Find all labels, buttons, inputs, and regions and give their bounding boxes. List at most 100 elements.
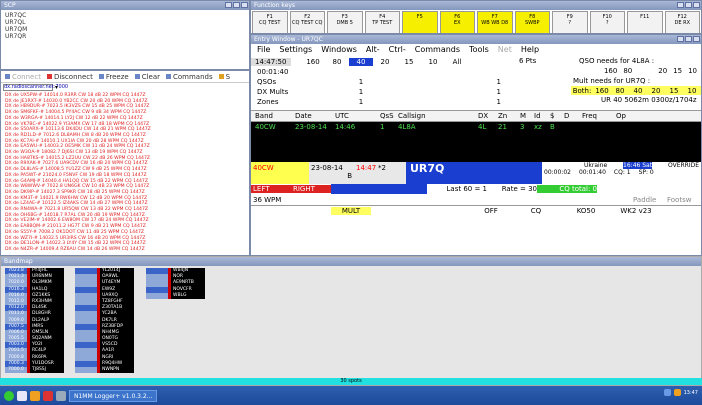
function-key-f6[interactable]: F6 EX bbox=[439, 11, 475, 33]
scp-call[interactable]: UR7QL bbox=[5, 19, 245, 26]
needs-band: 80 bbox=[623, 67, 633, 75]
menu-net[interactable]: Net bbox=[498, 45, 512, 55]
scp-call[interactable]: UR7QM bbox=[5, 26, 245, 33]
spot-callsign: NWNPN bbox=[100, 367, 134, 374]
taskbar-app[interactable]: N1MM Logger+ v1.0.3.2... bbox=[69, 389, 158, 402]
window-buttons[interactable] bbox=[677, 36, 700, 42]
mult-band: 40 bbox=[633, 86, 643, 95]
freeze-icon bbox=[98, 74, 104, 79]
menu-alt[interactable]: Alt- bbox=[366, 45, 380, 55]
log-header: Band Date UTC QsS Callsign DX Zn M Id $ … bbox=[251, 110, 701, 122]
cluster-dropdown[interactable]: dx.radioscanner.net:7000 bbox=[3, 84, 68, 91]
bandmap-spot[interactable]: NWNPN bbox=[75, 367, 134, 374]
menu-settings[interactable]: Settings bbox=[279, 45, 312, 55]
cq-count: CQ: 1 bbox=[613, 169, 631, 176]
right-button[interactable]: RIGHT bbox=[291, 185, 331, 193]
function-key-f1[interactable]: F1 CQ TEST bbox=[252, 11, 288, 33]
maximize-icon[interactable] bbox=[233, 2, 240, 8]
close-icon[interactable] bbox=[693, 36, 700, 42]
band-all[interactable]: All bbox=[445, 58, 469, 66]
bandmap-column: 7023.8 PY4JHL 7021.3 UR6NMN 7020.0 OL3MKM 7016… bbox=[5, 268, 64, 374]
function-key-f10[interactable]: F10? bbox=[589, 11, 625, 33]
connect-button[interactable]: Connect bbox=[5, 73, 41, 81]
minimize-icon[interactable] bbox=[677, 2, 684, 8]
menu-file[interactable]: File bbox=[257, 45, 270, 55]
disconnect-button[interactable]: Disconnect bbox=[46, 73, 93, 81]
fkeys-titlebar[interactable]: Function keys bbox=[251, 1, 701, 10]
wpm[interactable]: 36 WPM bbox=[251, 196, 331, 204]
mult-band: 10 bbox=[687, 86, 697, 95]
settings-button[interactable]: S bbox=[218, 73, 230, 81]
function-key-f4[interactable]: F4 TP TEST bbox=[364, 11, 400, 33]
function-key-f8[interactable]: F8 SWBP bbox=[514, 11, 550, 33]
entry-title: Entry Window - UR7QC bbox=[254, 36, 323, 43]
commands-button[interactable]: Commands bbox=[166, 73, 213, 81]
minimize-icon[interactable] bbox=[677, 36, 684, 42]
window-buttons[interactable] bbox=[225, 2, 248, 8]
wk-indicator: WK2 v23 bbox=[620, 207, 652, 215]
function-key-f11[interactable]: F11 bbox=[627, 11, 663, 33]
menu-ctrl[interactable]: Ctrl- bbox=[389, 45, 406, 55]
menu-tools[interactable]: Tools bbox=[469, 45, 489, 55]
volume-icon[interactable] bbox=[673, 389, 681, 396]
network-icon[interactable] bbox=[663, 389, 671, 396]
spot-line[interactable]: DX de N4ZR-# 14009.4 RZ6AU CW 14 dB 26 W… bbox=[5, 247, 245, 253]
bandmap-titlebar[interactable]: Bandmap bbox=[1, 257, 701, 266]
mult-needs-label: Mult needs for UR7Q : bbox=[573, 77, 651, 85]
window-buttons[interactable] bbox=[677, 2, 700, 8]
fkey-label: ? bbox=[568, 20, 572, 26]
function-key-f3[interactable]: F3 DMB 5 bbox=[327, 11, 363, 33]
minimize-icon[interactable] bbox=[225, 2, 232, 8]
qso-needs-row: 160 80 20 15 10 bbox=[513, 66, 701, 76]
bandmap-column: WB4JN NOR AE9NRTB NOVCFR WBLG bbox=[146, 268, 205, 373]
qso-needs-label: QSO needs for 4L8A : bbox=[579, 57, 655, 65]
app-icon[interactable] bbox=[43, 390, 53, 401]
timer-1: 00:00:02 bbox=[544, 169, 571, 176]
bandmap-spot[interactable]: 7000.0 TJ8SSJ bbox=[5, 367, 64, 374]
entry-b: B bbox=[347, 172, 352, 180]
table-row[interactable]: 40CW 23-08-14 14:46 1 4L8A 4L 21 3 xz B bbox=[251, 122, 701, 131]
menu-help[interactable]: Help bbox=[521, 45, 539, 55]
freeze-button[interactable]: Freeze bbox=[98, 73, 129, 81]
scp-call[interactable]: UR7QC bbox=[5, 12, 245, 19]
maximize-icon[interactable] bbox=[685, 36, 692, 42]
close-icon[interactable] bbox=[241, 2, 248, 8]
band-160[interactable]: 160 bbox=[301, 58, 325, 66]
bandmap-spot[interactable] bbox=[146, 367, 205, 373]
wpm-row: 36 WPM Paddle Footsw bbox=[251, 194, 701, 205]
explorer-icon[interactable] bbox=[17, 390, 27, 401]
bandmap-title: Bandmap bbox=[4, 258, 33, 265]
function-key-f7[interactable]: F7 WB WB D8 bbox=[477, 11, 513, 33]
function-key-f2[interactable]: F2 CQ TEST CQ bbox=[289, 11, 325, 33]
maximize-icon[interactable] bbox=[685, 2, 692, 8]
left-button[interactable]: LEFT bbox=[251, 185, 291, 193]
clear-button[interactable]: Clear bbox=[134, 73, 160, 81]
menu-commands[interactable]: Commands bbox=[415, 45, 460, 55]
col-freq: Freq bbox=[582, 112, 597, 120]
close-icon[interactable] bbox=[693, 2, 700, 8]
scp-titlebar[interactable]: SCP bbox=[1, 1, 249, 10]
band-10[interactable]: 10 bbox=[421, 58, 445, 66]
folder-icon[interactable] bbox=[30, 390, 40, 401]
function-key-f12[interactable]: F12 DE RX bbox=[664, 11, 700, 33]
function-key-f5[interactable]: F5 bbox=[402, 11, 438, 33]
band-15[interactable]: 15 bbox=[397, 58, 421, 66]
band-40[interactable]: 40 bbox=[349, 57, 373, 66]
entry-titlebar[interactable]: Entry Window - UR7QC bbox=[251, 35, 701, 44]
cq-indicator: CQ bbox=[530, 207, 542, 215]
app-icon[interactable] bbox=[56, 390, 66, 401]
chevron-down-icon[interactable]: ▾ bbox=[55, 84, 58, 91]
exchange-field[interactable]: *2 bbox=[376, 162, 406, 184]
cell-date: 23-08-14 bbox=[295, 122, 327, 131]
fkey-label: CQ TEST bbox=[259, 20, 281, 26]
function-key-f9[interactable]: F9? bbox=[552, 11, 588, 33]
col-date: Date bbox=[295, 112, 312, 120]
start-icon[interactable] bbox=[4, 390, 14, 401]
callsign-input[interactable]: UR7Q bbox=[406, 162, 542, 184]
scp-call[interactable]: UR7QR bbox=[5, 33, 245, 40]
menu-windows[interactable]: Windows bbox=[321, 45, 357, 55]
band-20[interactable]: 20 bbox=[373, 58, 397, 66]
system-clock[interactable]: 13:47 bbox=[684, 390, 698, 396]
band-80[interactable]: 80 bbox=[325, 58, 349, 66]
connect-icon bbox=[5, 74, 10, 79]
